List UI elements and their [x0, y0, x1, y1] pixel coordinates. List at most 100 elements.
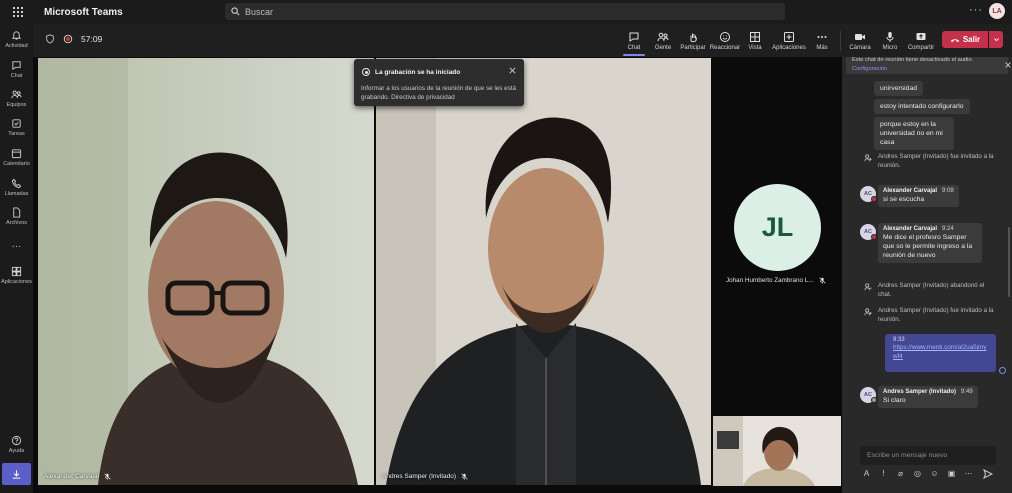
compose-box[interactable] — [860, 446, 996, 465]
bell-icon — [11, 30, 22, 40]
participant-name-tag: Alexander Carvajal — [44, 473, 111, 480]
participant-name-tag: Johan Humberto Zambrano L... — [726, 277, 826, 284]
tb-chat-button[interactable]: Chat — [621, 27, 647, 56]
tb-label: Participar — [680, 45, 706, 51]
leave-button[interactable]: Salir — [942, 31, 988, 48]
message-time: 9:24 — [942, 226, 954, 232]
rail-item-activity[interactable]: Actividad — [0, 24, 33, 54]
message-card: Alexander Carvajal 9:08 si se escucha — [878, 185, 959, 207]
format-icon[interactable]: A — [862, 469, 871, 478]
recording-icon — [63, 34, 73, 44]
help-icon — [11, 435, 22, 445]
notification-title: La grabación se ha iniciado — [375, 69, 461, 76]
add-person-icon — [864, 154, 872, 162]
rail-item-help[interactable]: Ayuda — [0, 429, 33, 459]
close-icon[interactable] — [1004, 61, 1012, 69]
chat-icon — [629, 32, 639, 42]
search-icon — [231, 7, 240, 16]
chat-message-bubble: unirversidad — [874, 81, 924, 96]
priority-icon[interactable]: ! — [879, 469, 888, 478]
loop-icon[interactable]: ◎ — [913, 469, 922, 478]
tb-apps-button[interactable]: Aplicaciones — [771, 27, 807, 55]
message-time: 9:08 — [942, 188, 954, 194]
video-tile-andres[interactable]: Andres Samper (Invitado) — [376, 58, 711, 485]
presence-badge — [871, 234, 877, 240]
rail-item-teams[interactable]: Equipos — [0, 83, 33, 113]
message-time: 9:49 — [961, 389, 973, 395]
download-button[interactable] — [2, 463, 31, 485]
presence-badge — [871, 196, 877, 202]
tb-react-button[interactable]: Reaccionar — [709, 27, 741, 55]
meeting-stage: Alexander Carvajal Andres Samper (Invita… — [33, 57, 842, 493]
download-icon — [12, 469, 21, 479]
settings-link[interactable]: Configuración — [852, 66, 887, 72]
more-icon: ··· — [11, 240, 22, 252]
tb-label: Reaccionar — [709, 45, 741, 51]
tb-more-button[interactable]: Más — [811, 27, 833, 55]
rail-item-chat[interactable]: Chat — [0, 54, 33, 84]
emoji-icon[interactable]: ☺ — [930, 469, 939, 478]
tb-camera-button[interactable]: Cámara — [848, 27, 872, 55]
profile-avatar[interactable]: LA — [989, 3, 1005, 19]
hang-up-icon — [950, 38, 959, 42]
system-message-text: Andres Samper (Invitado) fue invitado a … — [878, 153, 994, 169]
shield-icon[interactable] — [45, 34, 55, 44]
title-bar: Microsoft Teams ··· LA — [0, 0, 1012, 24]
message-author: Alexander Carvajal — [883, 188, 938, 194]
settings-more-icon[interactable]: ··· — [969, 4, 983, 16]
active-indicator — [623, 54, 645, 56]
chat-message-bubble: porque estoy en la universidad no en mi … — [874, 117, 954, 150]
rail-label: Tareas — [8, 130, 25, 137]
calendar-icon — [11, 148, 22, 158]
tb-view-button[interactable]: Vista — [744, 27, 766, 55]
participant-name-tag: Andres Samper (Invitado) — [382, 473, 468, 480]
meeting-toolbar: 57:09 Chat Gente Participar Reaccionar V… — [33, 24, 1012, 57]
leave-options-button[interactable] — [989, 31, 1003, 48]
add-person-icon — [864, 308, 872, 316]
raise-hand-icon — [690, 33, 697, 43]
self-view-video[interactable] — [713, 416, 841, 486]
tasks-icon — [12, 118, 21, 128]
send-icon[interactable] — [983, 469, 993, 479]
search-box[interactable] — [225, 3, 785, 20]
rail-item-calls[interactable]: Llamadas — [0, 172, 33, 202]
video-tile-alexander[interactable]: Alexander Carvajal — [38, 58, 374, 485]
chat-message-bubble: estoy intentado configurarlo — [874, 99, 970, 114]
rail-item-more[interactable]: ··· — [0, 230, 33, 260]
tb-share-button[interactable]: Compartir — [906, 27, 936, 55]
more-icon — [817, 36, 827, 38]
banner-text: Este chat de reunión tiene desactivado e… — [852, 57, 974, 63]
app-launcher-icon[interactable] — [0, 0, 36, 24]
apps-icon — [11, 266, 22, 276]
meeting-timer: 57:09 — [81, 34, 103, 44]
more-icon[interactable]: ⋯ — [964, 469, 973, 478]
tb-raise-hand-button[interactable]: Participar — [678, 27, 708, 55]
app-title: Microsoft Teams — [44, 6, 123, 18]
rail-item-calendar[interactable]: Calendario — [0, 142, 33, 172]
message-input[interactable] — [867, 452, 992, 459]
rail-label: Calendario — [3, 160, 30, 167]
chat-scrollbar[interactable] — [1008, 227, 1010, 297]
participant-name: Johan Humberto Zambrano L... — [726, 277, 814, 284]
rail-item-apps[interactable]: Aplicaciones — [0, 260, 33, 290]
share-icon — [916, 33, 926, 40]
search-input[interactable] — [245, 6, 745, 17]
chevron-down-icon — [993, 38, 999, 42]
rail-item-tasks[interactable]: Tareas — [0, 112, 33, 142]
participant-avatar-jl[interactable]: JL — [734, 184, 821, 271]
rail-item-files[interactable]: Archivos — [0, 201, 33, 231]
message-link[interactable]: https://www.menti.com/al2ua5jmywf4 — [893, 343, 988, 361]
camera-icon — [855, 34, 865, 40]
rail-label: Archivos — [5, 219, 28, 226]
message-text: si se escucha — [883, 196, 925, 203]
system-message: Andres Samper (Invitado) fue invitado a … — [864, 307, 994, 324]
close-icon[interactable] — [508, 66, 517, 75]
message-card: Alexander Carvajal 9:24 Me dice el profes… — [878, 223, 982, 263]
tb-label: Vista — [748, 45, 762, 51]
grid-view-icon — [750, 32, 760, 42]
tb-people-button[interactable]: Gente — [650, 27, 676, 55]
attach-icon[interactable]: ⌀ — [896, 469, 905, 478]
giphy-icon[interactable]: ▣ — [947, 469, 956, 478]
tb-mic-button[interactable]: Micro — [879, 27, 901, 55]
teams-icon — [11, 90, 22, 98]
